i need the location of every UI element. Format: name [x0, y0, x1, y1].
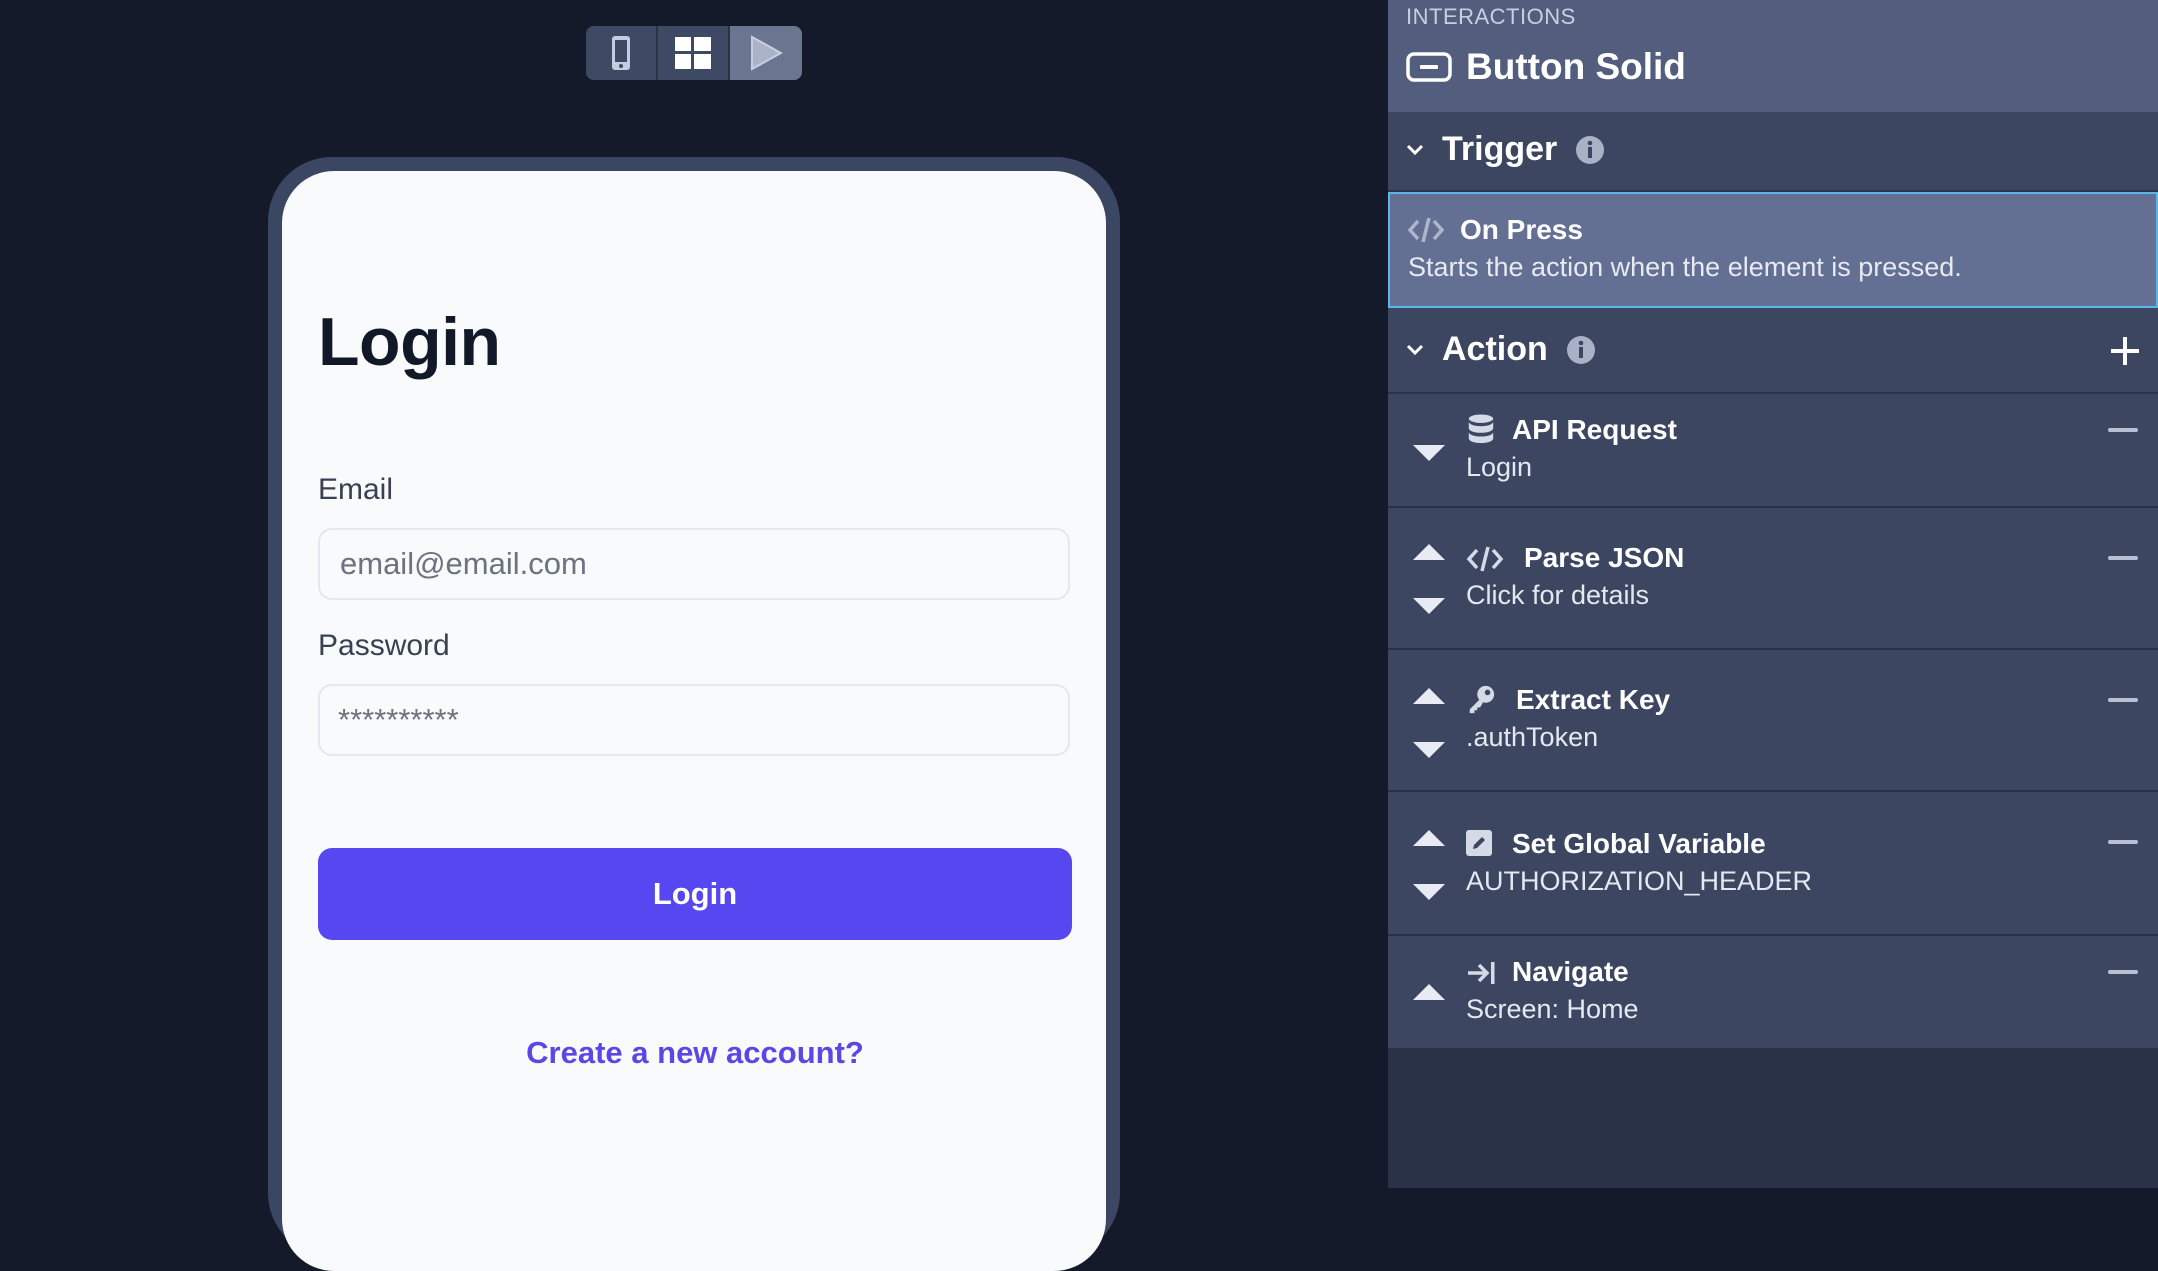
remove-action-icon[interactable]: [2108, 970, 2138, 974]
panel-kicker: INTERACTIONS: [1406, 4, 1576, 29]
action-item-navigate[interactable]: Navigate Screen: Home: [1388, 936, 2158, 1048]
action-item-extract-key[interactable]: Extract Key .authToken: [1388, 650, 2158, 792]
move-down-icon[interactable]: [1412, 882, 1446, 902]
add-action-icon[interactable]: [2110, 336, 2140, 366]
remove-action-icon[interactable]: [2108, 698, 2138, 702]
action-section-title: Action: [1442, 330, 1548, 368]
trigger-name: On Press: [1460, 214, 1583, 245]
action-section-header[interactable]: Action: [1406, 330, 1596, 369]
page-title: Login: [318, 304, 501, 380]
edit-icon: [1466, 830, 1492, 856]
info-icon[interactable]: [1566, 335, 1596, 365]
move-up-icon[interactable]: [1412, 686, 1446, 706]
action-name: Parse JSON: [1524, 542, 1685, 573]
action-detail: Login: [1466, 452, 1533, 482]
action-name: Extract Key: [1516, 684, 1671, 715]
design-canvas: Login Email Password ********** Login Cr…: [0, 0, 1388, 1271]
action-item-parse-json[interactable]: Parse JSON Click for details: [1388, 508, 2158, 650]
phone-icon: [612, 36, 630, 70]
grid-icon: [675, 37, 711, 69]
info-icon[interactable]: [1575, 135, 1605, 165]
code-icon: [1408, 217, 1444, 243]
database-icon: [1468, 414, 1494, 444]
move-up-icon[interactable]: [1412, 982, 1446, 1002]
email-field[interactable]: [338, 545, 1050, 583]
phone-frame: Login Email Password ********** Login Cr…: [268, 157, 1120, 1271]
action-detail: .authToken: [1466, 722, 1599, 752]
button-component-icon: [1406, 52, 1452, 82]
trigger-section-title: Trigger: [1442, 130, 1558, 168]
key-icon: [1469, 685, 1495, 714]
move-down-icon[interactable]: [1412, 740, 1446, 760]
navigate-icon: [1468, 962, 1495, 984]
remove-action-icon[interactable]: [2108, 428, 2138, 432]
move-down-icon[interactable]: [1412, 443, 1446, 463]
code-icon: [1466, 546, 1504, 572]
login-screen: Login Email Password ********** Login Cr…: [282, 171, 1106, 1271]
chevron-down-icon: [1406, 144, 1424, 155]
panel-header: INTERACTIONS Button Solid: [1388, 0, 2158, 112]
action-detail: Click for details: [1466, 580, 1650, 610]
selected-element-name: Button Solid: [1466, 46, 1686, 87]
trigger-section-header[interactable]: Trigger: [1406, 130, 1605, 169]
grid-view-button[interactable]: [658, 26, 730, 80]
trigger-description: Starts the action when the element is pr…: [1408, 252, 1962, 282]
action-item-api-request[interactable]: API Request Login: [1388, 394, 2158, 508]
action-detail: Screen: Home: [1466, 994, 1639, 1024]
action-section: Action: [1388, 308, 2158, 394]
email-field-wrapper: [318, 528, 1070, 600]
preview-button[interactable]: [730, 26, 802, 80]
login-button[interactable]: Login: [318, 848, 1072, 940]
action-item-set-global-variable[interactable]: Set Global Variable AUTHORIZATION_HEADER: [1388, 792, 2158, 936]
move-up-icon[interactable]: [1412, 542, 1446, 562]
action-name: Set Global Variable: [1512, 828, 1766, 859]
play-icon: [751, 35, 783, 71]
password-field[interactable]: **********: [318, 684, 1070, 756]
action-name: Navigate: [1512, 956, 1629, 987]
view-mode-toolbar: [586, 26, 802, 80]
phone-view-button[interactable]: [586, 26, 658, 80]
remove-action-icon[interactable]: [2108, 556, 2138, 560]
interactions-panel: INTERACTIONS Button Solid Trigger On Pre…: [1388, 0, 2158, 1188]
move-up-icon[interactable]: [1412, 828, 1446, 848]
chevron-down-icon: [1406, 344, 1424, 355]
password-label: Password: [318, 629, 450, 662]
trigger-section: Trigger: [1388, 112, 2158, 192]
action-name: API Request: [1512, 414, 1677, 445]
remove-action-icon[interactable]: [2108, 840, 2138, 844]
email-label: Email: [318, 473, 394, 506]
action-detail: AUTHORIZATION_HEADER: [1466, 866, 1813, 896]
move-down-icon[interactable]: [1412, 596, 1446, 616]
trigger-on-press[interactable]: On Press Starts the action when the elem…: [1388, 192, 2158, 308]
create-account-link[interactable]: Create a new account?: [318, 1035, 1072, 1071]
panel-title-row: Button Solid: [1406, 46, 1686, 88]
